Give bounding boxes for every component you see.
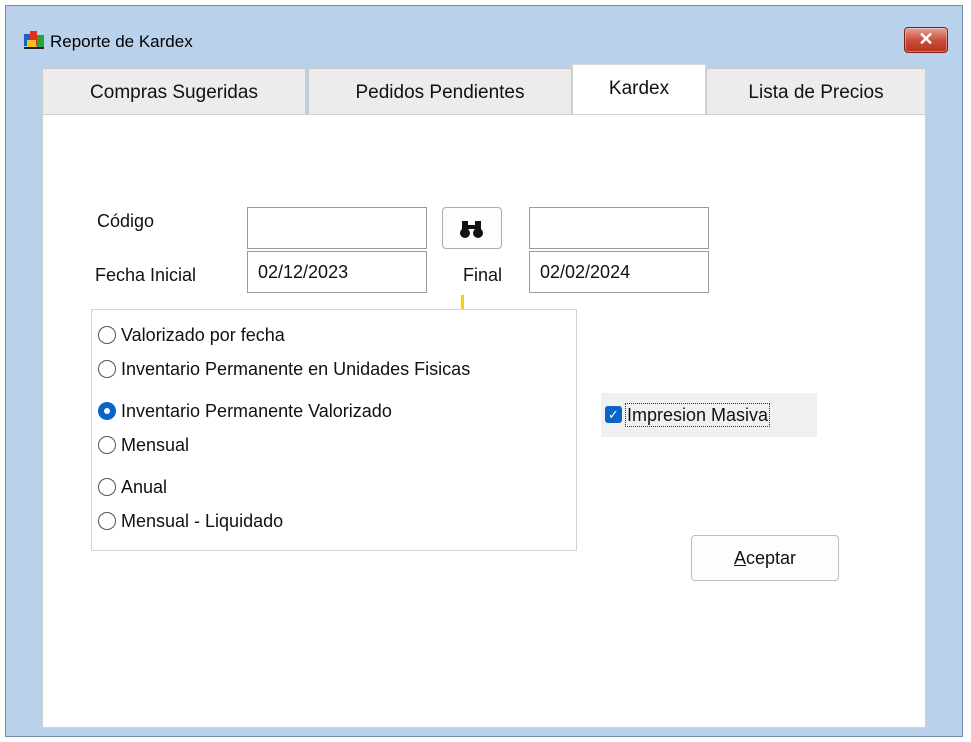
close-button[interactable]: ✕ <box>904 27 948 53</box>
radio-circle <box>98 478 116 496</box>
aceptar-access-key: A <box>733 548 746 568</box>
report-type-group: Valorizado por fecha Inventario Permanen… <box>91 309 577 551</box>
tab-lista-de-precios[interactable]: Lista de Precios <box>706 68 926 114</box>
fecha-final-input[interactable] <box>529 251 709 293</box>
final-label: Final <box>463 265 503 285</box>
codigo-label: Código <box>97 211 155 231</box>
find-button[interactable] <box>442 207 502 249</box>
radio-circle <box>98 360 116 378</box>
fecha-inicial-label: Fecha Inicial <box>95 265 197 285</box>
fecha-inicial-input[interactable] <box>247 251 427 293</box>
tab-compras-sugeridas[interactable]: Compras Sugeridas <box>42 68 306 114</box>
tab-pedidos-pendientes[interactable]: Pedidos Pendientes <box>308 68 572 114</box>
check-icon: ✓ <box>605 406 622 423</box>
close-icon: ✕ <box>918 29 934 49</box>
binoculars-icon <box>460 221 483 238</box>
radio-circle <box>98 436 116 454</box>
title-bar[interactable]: Reporte de Kardex ✕ <box>6 6 962 66</box>
aceptar-button[interactable]: Aceptar <box>691 535 839 581</box>
aceptar-label: ceptar <box>745 548 797 568</box>
window-title: Reporte de Kardex <box>50 32 193 51</box>
codigo-input[interactable] <box>247 207 427 249</box>
impresion-masiva-checkbox[interactable]: ✓ Impresion Masiva <box>601 393 817 437</box>
tab-kardex[interactable]: Kardex <box>572 64 706 114</box>
radio-circle-selected <box>98 402 116 420</box>
impresion-masiva-label: Impresion Masiva <box>625 403 771 427</box>
codigo-description-field[interactable] <box>529 207 709 249</box>
text-caret <box>461 295 464 309</box>
radio-circle <box>98 512 116 530</box>
radio-circle <box>98 326 116 344</box>
kardex-panel: Código Fecha Inicial Final Valorizado <box>42 114 926 728</box>
report-window: Reporte de Kardex ✕ Compras Sugeridas Pe… <box>5 5 963 737</box>
app-icon <box>24 31 44 49</box>
